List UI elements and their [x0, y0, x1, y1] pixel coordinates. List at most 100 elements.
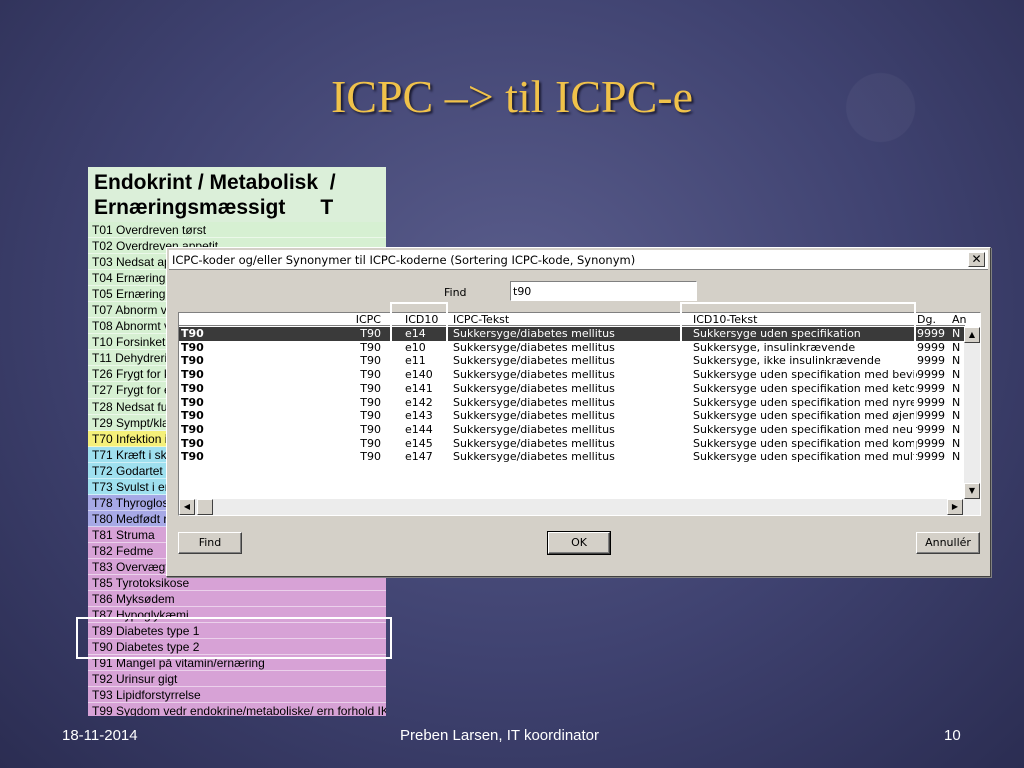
table-cell: 9999	[917, 409, 945, 423]
table-cell: e11	[405, 354, 426, 368]
dialog-title: ICPC-koder og/eller Synonymer til ICPC-k…	[172, 253, 636, 267]
table-cell: e144	[405, 422, 433, 436]
table-cell: Sukkersyge uden specifikation med komp	[693, 436, 917, 450]
table-cell: T90	[360, 436, 381, 450]
vertical-scrollbar[interactable]: ▲ ▼	[964, 327, 980, 499]
footer-author: Preben Larsen, IT koordinator	[400, 727, 600, 744]
table-cell: 9999	[917, 450, 945, 464]
table-cell: T90	[181, 340, 204, 354]
table-cell: Sukkersyge uden specifikation	[693, 327, 861, 340]
table-cell: T90	[181, 381, 204, 395]
table-cell: 9999	[917, 395, 945, 409]
list-item: T89 Diabetes type 1	[88, 623, 386, 640]
column-header[interactable]: Dg.	[917, 313, 945, 326]
column-header[interactable]: ICPC-Tekst	[453, 313, 689, 326]
table-cell: Sukkersyge/diabetes mellitus	[453, 368, 615, 382]
column-header[interactable]: An	[952, 313, 966, 326]
table-row[interactable]: T90 T90 e144 Sukkersyge/diabetes mellitus Su…	[179, 423, 965, 437]
table-cell: T90	[181, 436, 204, 450]
column-header[interactable]: ICPC	[309, 313, 381, 326]
column-header[interactable]: ICD10	[405, 313, 449, 326]
table-cell: T90	[181, 450, 204, 464]
list-item: T90 Diabetes type 2	[88, 639, 386, 656]
table-cell: Sukkersyge/diabetes mellitus	[453, 436, 615, 450]
list-item: T87 Hypoglykæmi	[88, 607, 386, 624]
table-cell: Sukkersyge uden specifikation med bevid	[693, 368, 917, 382]
table-cell: Sukkersyge uden specifikation med ketos	[693, 381, 917, 395]
table-cell: T90	[360, 381, 381, 395]
table-cell: T90	[360, 354, 381, 368]
table-row[interactable]: T90 T90 e14 Sukkersyge/diabetes mellitus Suk…	[179, 327, 965, 341]
list-item: T92 Urinsur gigt	[88, 671, 386, 688]
list-item: T86 Myksødem	[88, 591, 386, 608]
table-cell: Sukkersyge uden specifikation med nyrek	[693, 395, 917, 409]
table-cell: Sukkersyge/diabetes mellitus	[453, 381, 615, 395]
ok-button[interactable]: OK	[547, 531, 611, 555]
table-row[interactable]: T90 T90 e11 Sukkersyge/diabetes mellitus Suk…	[179, 354, 965, 368]
table-cell: T90	[360, 422, 381, 436]
table-cell: e145	[405, 436, 433, 450]
table-cell: Sukkersyge uden specifikation med multi	[693, 450, 917, 464]
table-cell: T90	[360, 327, 381, 340]
table-cell: T90	[360, 395, 381, 409]
table-cell: Sukkersyge/diabetes mellitus	[453, 422, 615, 436]
table-cell: T90	[181, 395, 204, 409]
table-row[interactable]: T90 T90 e141 Sukkersyge/diabetes mellitus Su…	[179, 382, 965, 396]
footer-page-number: 10	[944, 727, 961, 744]
table-cell: e10	[405, 340, 426, 354]
table-cell: e141	[405, 381, 433, 395]
table-cell: e14	[405, 327, 426, 340]
table-cell: T90	[181, 354, 204, 368]
scroll-right-icon[interactable]: ▶	[947, 499, 963, 515]
table-cell: 9999	[917, 327, 945, 340]
horizontal-scrollbar[interactable]: ◀ ▶	[179, 499, 980, 515]
table-cell: Sukkersyge/diabetes mellitus	[453, 327, 615, 340]
table-cell: 9999	[917, 422, 945, 436]
column-header[interactable]: ICD10-Tekst	[693, 313, 917, 326]
table-cell: e143	[405, 409, 433, 423]
table-cell: T90	[181, 368, 204, 382]
table-cell: e142	[405, 395, 433, 409]
table-row[interactable]: T90 T90 e143 Sukkersyge/diabetes mellitus Su…	[179, 409, 965, 423]
cancel-button[interactable]: Annullér	[916, 532, 980, 554]
scroll-thumb[interactable]	[197, 499, 213, 515]
table-cell: Sukkersyge uden specifikation med øjenk	[693, 409, 917, 423]
table-row[interactable]: T90 T90 e140 Sukkersyge/diabetes mellitus Su…	[179, 368, 965, 382]
table-row[interactable]: T90 T90 e145 Sukkersyge/diabetes mellitus Su…	[179, 437, 965, 451]
table-row[interactable]: T90 T90 e10 Sukkersyge/diabetes mellitus Suk…	[179, 341, 965, 355]
table-cell: Sukkersyge/diabetes mellitus	[453, 395, 615, 409]
table-cell: 9999	[917, 354, 945, 368]
table-cell: Sukkersyge/diabetes mellitus	[453, 450, 615, 464]
footer-date: 18-11-2014	[62, 727, 138, 744]
list-heading: Endokrint / Metabolisk / Ernæringsmæssig…	[88, 167, 386, 222]
table-cell: Sukkersyge, insulinkrævende	[693, 340, 856, 354]
table-cell: Sukkersyge/diabetes mellitus	[453, 409, 615, 423]
icpc-synonym-dialog: ICPC-koder og/eller Synonymer til ICPC-k…	[166, 247, 991, 577]
list-item: T85 Tyrotoksikose	[88, 575, 386, 592]
close-button[interactable]: ✕	[968, 252, 985, 267]
scroll-up-icon[interactable]: ▲	[964, 327, 980, 343]
table-row[interactable]: T90 T90 e142 Sukkersyge/diabetes mellitus Su…	[179, 396, 965, 410]
scroll-left-icon[interactable]: ◀	[179, 499, 195, 515]
table-cell: Sukkersyge, ikke insulinkrævende	[693, 354, 881, 368]
table-cell: 9999	[917, 381, 945, 395]
find-button[interactable]: Find	[178, 532, 242, 554]
table-cell: 9999	[917, 368, 945, 382]
table-cell: Sukkersyge/diabetes mellitus	[453, 340, 615, 354]
find-input[interactable]	[510, 281, 697, 301]
table-cell: 9999	[917, 436, 945, 450]
find-label: Find	[444, 286, 467, 299]
table-cell: e147	[405, 450, 433, 464]
list-item: T99 Sygdom vedr endokrine/metaboliske/ e…	[88, 703, 386, 716]
scroll-down-icon[interactable]: ▼	[964, 483, 980, 499]
table-cell: T90	[181, 409, 204, 423]
table-cell: T90	[181, 327, 204, 340]
table-cell: 9999	[917, 340, 945, 354]
table-row[interactable]: T90 T90 e147 Sukkersyge/diabetes mellitus Su…	[179, 450, 965, 464]
table-cell: Sukkersyge uden specifikation med neuro	[693, 422, 917, 436]
table-cell: T90	[360, 409, 381, 423]
list-item: T93 Lipidforstyrrelse	[88, 687, 386, 704]
list-item: T91 Mangel på vitamin/ernæring	[88, 655, 386, 672]
results-grid[interactable]: ICPC ICD10 ICPC-Tekst ICD10-Tekst Dg. An T90 T…	[178, 312, 981, 516]
table-cell: e140	[405, 368, 433, 382]
